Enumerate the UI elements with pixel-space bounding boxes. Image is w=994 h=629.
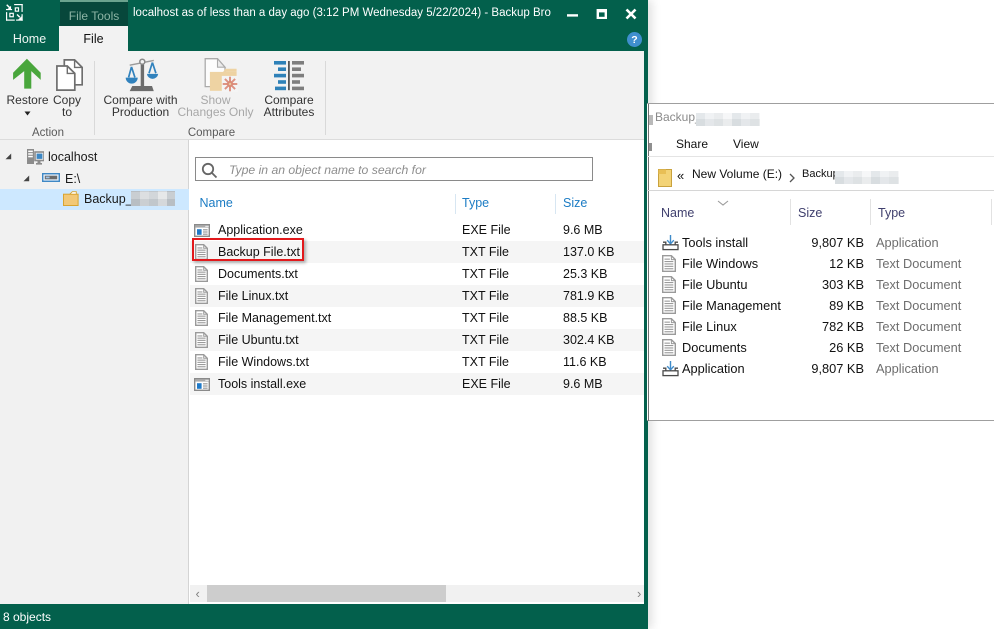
- svg-text:?: ?: [631, 34, 637, 46]
